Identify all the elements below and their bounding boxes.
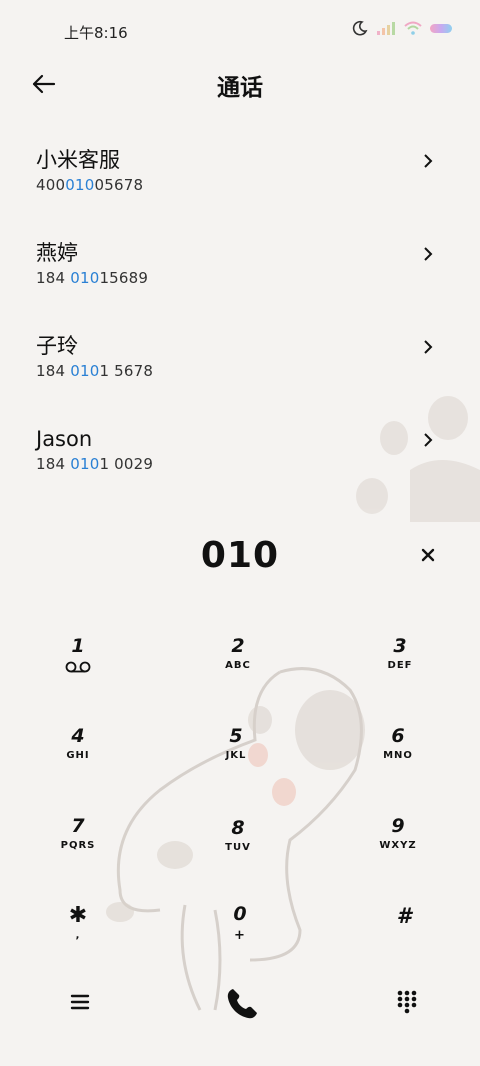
- status-icons: [352, 20, 452, 36]
- contact-name: 燕婷: [36, 241, 78, 265]
- key-letters: +: [234, 928, 246, 943]
- contact-number: 184 0101 5678: [36, 362, 480, 380]
- contact-number: 184 01015689: [36, 269, 480, 287]
- contact-name: 子玲: [36, 334, 78, 358]
- contact-number: 184 0101 0029: [36, 455, 480, 473]
- signal-icon: [377, 22, 395, 35]
- close-icon[interactable]: [416, 543, 440, 567]
- number-prefix: 184: [36, 269, 71, 287]
- key-letters: MNO: [383, 750, 413, 761]
- key-7[interactable]: 7 PQRS: [18, 814, 138, 898]
- key-digit: 6: [391, 725, 405, 747]
- key-digit: ✱: [68, 903, 88, 928]
- key-digit: 1: [71, 635, 85, 657]
- chevron-right-icon: [424, 433, 433, 447]
- status-time: 上午8:16: [64, 24, 128, 42]
- key-digit: 2: [231, 635, 245, 657]
- header: 通话: [0, 62, 480, 106]
- key-4[interactable]: 4 GHI: [18, 724, 138, 808]
- chevron-right-icon: [424, 247, 433, 261]
- key-hash[interactable]: #: [344, 904, 464, 988]
- contact-row[interactable]: 子玲 184 0101 5678: [0, 314, 480, 407]
- key-8[interactable]: 8 TUV: [178, 816, 298, 900]
- key-2[interactable]: 2 ABC: [178, 634, 298, 718]
- contact-name: Jason: [36, 427, 93, 451]
- key-letters: ABC: [225, 660, 251, 671]
- battery-icon: [430, 23, 452, 33]
- contact-list: 小米客服 40001005678 燕婷 184 01015689 子玲 184 …: [0, 128, 480, 500]
- wifi-icon: [404, 21, 422, 35]
- number-prefix: 184: [36, 362, 71, 380]
- dial-display: 010: [0, 528, 480, 584]
- key-star[interactable]: ✱ ,: [18, 904, 138, 988]
- contact-row[interactable]: 小米客服 40001005678: [0, 128, 480, 221]
- chevron-right-icon: [424, 340, 433, 354]
- contact-row[interactable]: Jason 184 0101 0029: [0, 407, 480, 500]
- key-0[interactable]: 0 +: [180, 902, 300, 986]
- key-1[interactable]: 1: [18, 634, 138, 718]
- key-digit: 5: [229, 725, 243, 747]
- key-letters: GHI: [66, 750, 90, 761]
- number-match: 010: [70, 269, 100, 287]
- voicemail-icon: [65, 661, 91, 673]
- key-digit: 8: [231, 817, 245, 839]
- number-prefix: 400: [36, 176, 66, 194]
- phone-icon[interactable]: [222, 984, 262, 1024]
- number-match: 010: [70, 362, 100, 380]
- key-letters: WXYZ: [379, 840, 417, 851]
- dialed-number: 010: [200, 535, 280, 576]
- key-digit: #: [396, 904, 412, 928]
- key-digit: 0: [233, 903, 247, 925]
- contact-name: 小米客服: [36, 148, 120, 172]
- number-suffix: 05678: [94, 176, 144, 194]
- key-digit: 9: [391, 815, 405, 837]
- page-title: 通话: [217, 75, 263, 101]
- contact-number: 40001005678: [36, 176, 480, 194]
- number-prefix: 184: [36, 455, 71, 473]
- key-digit: 4: [71, 725, 85, 747]
- key-5[interactable]: 5 JKL: [176, 724, 296, 808]
- status-bar: 上午8:16: [0, 0, 480, 62]
- number-suffix: 1 0029: [99, 455, 154, 473]
- moon-icon: [352, 20, 368, 36]
- key-3[interactable]: 3 DEF: [340, 634, 460, 718]
- number-suffix: 1 5678: [99, 362, 154, 380]
- number-match: 010: [65, 176, 95, 194]
- key-6[interactable]: 6 MNO: [338, 724, 458, 808]
- dialpad-icon[interactable]: [394, 988, 420, 1014]
- key-9[interactable]: 9 WXYZ: [338, 814, 458, 898]
- bottom-action-bar: [0, 978, 480, 1028]
- key-letters: TUV: [225, 842, 251, 853]
- key-letters: ,: [75, 930, 81, 941]
- number-suffix: 15689: [99, 269, 149, 287]
- menu-icon[interactable]: [66, 988, 94, 1016]
- number-match: 010: [70, 455, 100, 473]
- key-digit: 7: [71, 815, 85, 837]
- key-letters: JKL: [225, 750, 247, 761]
- key-letters: PQRS: [60, 840, 96, 851]
- chevron-right-icon: [424, 154, 433, 168]
- contact-row[interactable]: 燕婷 184 01015689: [0, 221, 480, 314]
- key-digit: 3: [393, 635, 407, 657]
- key-letters: DEF: [387, 660, 413, 671]
